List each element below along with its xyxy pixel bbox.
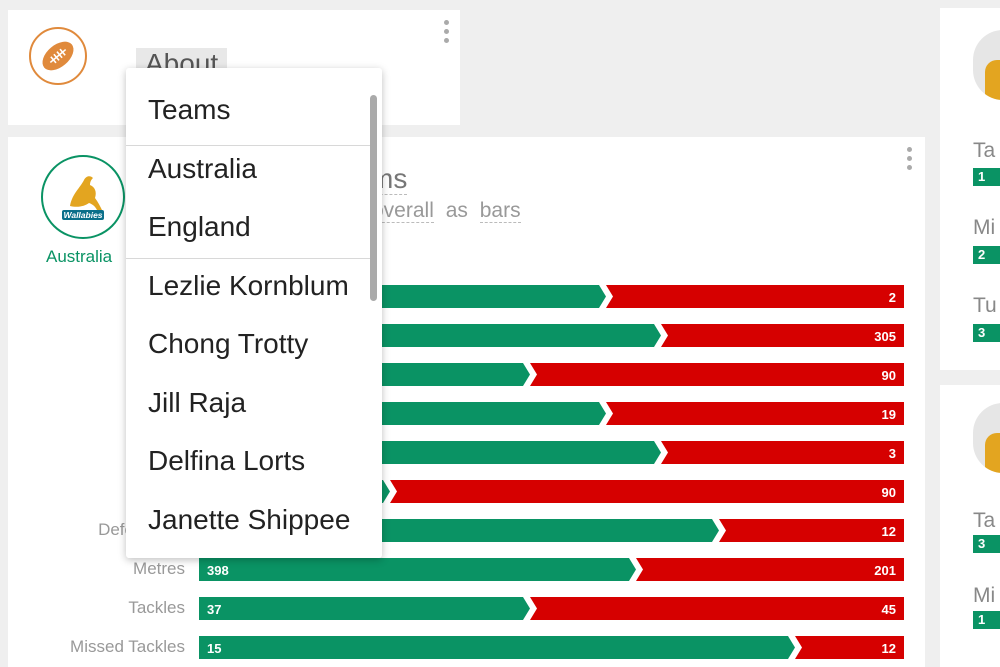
player-stat-label: Ta [973,139,996,162]
player-stat-label: Mi [973,216,996,239]
home-bar-segment [199,636,795,659]
player-stat-label: Tu [973,294,997,317]
player-stat-label: Ta [973,509,996,532]
home-bar-segment [199,597,530,620]
home-bar-segment [199,558,636,581]
avatar [973,30,1000,100]
about-dropdown-menu: Teams Australia England Lezlie Kornblum … [126,68,382,558]
view-options: overall as bars [372,199,521,223]
home-value-label: 398 [207,563,229,578]
away-bar-segment [719,519,904,542]
rugby-ball-icon [29,27,87,85]
home-value-label: 37 [207,602,221,617]
away-value-label: 12 [882,641,896,656]
wallabies-logo: Wallabies [41,155,125,239]
away-bar-segment [661,324,904,347]
player-stat-badge: 1 [973,168,1000,186]
stat-label: Missed Tackles [70,637,185,656]
player-stat-badge: 3 [973,535,1000,553]
away-value-label: 12 [882,524,896,539]
kebab-menu-icon[interactable] [907,147,913,174]
stat-bar[interactable]: 398 201 [199,558,904,581]
away-bar-segment [390,480,904,503]
dropdown-item-player[interactable]: Chong Trotty [148,328,308,360]
away-bar-segment [636,558,904,581]
stat-label: Tackles [128,598,185,617]
as-text: as [445,199,468,222]
away-bar-segment [530,597,904,620]
dropdown-item-player[interactable]: Jill Raja [148,387,246,419]
avatar [973,403,1000,473]
kebab-menu-icon[interactable] [444,20,450,47]
away-value-label: 19 [882,407,896,422]
player-stat-badge: 3 [973,324,1000,342]
away-value-label: 3 [889,446,896,461]
stat-label: Metres [133,559,185,578]
away-value-label: 45 [882,602,896,617]
dropdown-scrollbar[interactable] [370,95,377,301]
dropdown-divider [126,258,371,259]
dropdown-item-team[interactable]: Australia [148,153,257,185]
player-stat-badge: 2 [973,246,1000,264]
logo-text: Wallabies [63,210,102,220]
stat-bar[interactable]: 15 12 [199,636,904,659]
away-bar-segment [661,441,904,464]
dropdown-item-player[interactable]: Janette Shippee [148,504,350,536]
stat-bar[interactable]: 37 45 [199,597,904,620]
bars-toggle[interactable]: bars [479,199,521,223]
away-value-label: 90 [882,368,896,383]
player-stat-badge: 1 [973,611,1000,629]
dropdown-item-player[interactable]: Delfina Lorts [148,445,305,477]
dropdown-divider [126,145,371,146]
dropdown-item-team[interactable]: England [148,211,251,243]
player-card: Ta 3 Mi 1 [940,385,1000,667]
away-bar-segment [530,363,904,386]
away-value-label: 2 [889,290,896,305]
away-bar-segment [606,402,904,425]
home-value-label: 15 [207,641,221,656]
away-bar-segment [606,285,904,308]
away-value-label: 90 [882,485,896,500]
dropdown-item-player[interactable]: Lezlie Kornblum [148,270,349,302]
dropdown-header-teams[interactable]: Teams [148,94,230,126]
team-name[interactable]: Australia [46,247,112,267]
player-card: Ta 1 Mi 2 Tu 3 [940,8,1000,370]
away-value-label: 305 [874,329,896,344]
player-stat-label: Mi [973,584,996,607]
away-value-label: 201 [874,563,896,578]
